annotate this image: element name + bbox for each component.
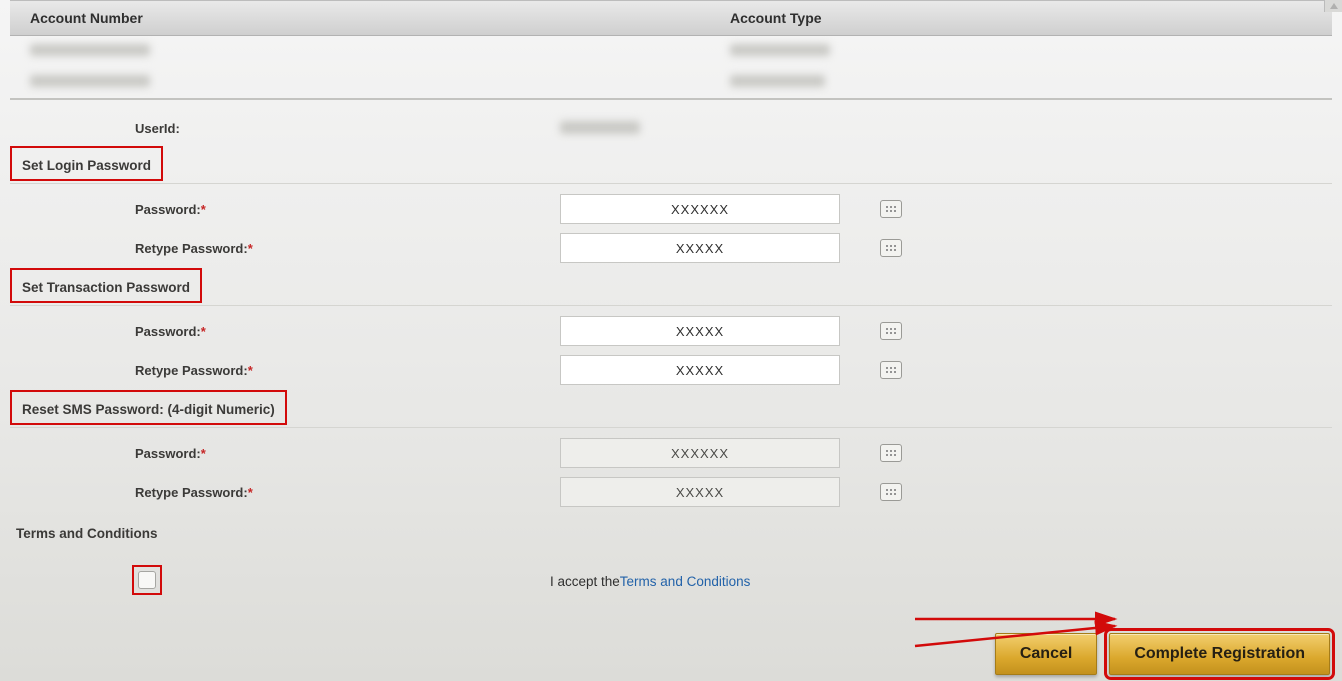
accept-terms-text: I accept theTerms and Conditions — [550, 574, 750, 589]
terms-heading: Terms and Conditions — [10, 518, 164, 545]
virtual-keyboard-icon[interactable] — [880, 200, 902, 218]
section-login-password: Set Login Password — [10, 146, 163, 181]
virtual-keyboard-icon[interactable] — [880, 361, 902, 379]
login-retype-input[interactable] — [560, 233, 840, 263]
col-header-account-type: Account Type — [730, 10, 1332, 26]
login-retype-label: Retype Password:* — [10, 241, 560, 256]
login-password-label: Password:* — [10, 202, 560, 217]
sms-password-input[interactable] — [560, 438, 840, 468]
virtual-keyboard-icon[interactable] — [880, 239, 902, 257]
action-button-bar: Cancel Complete Registration — [995, 633, 1330, 675]
table-header-row: Account Number Account Type — [10, 0, 1332, 36]
registration-form: Account Number Account Type UserId: Set … — [0, 0, 1342, 634]
col-header-account-number: Account Number — [10, 10, 730, 26]
scroll-up-icon[interactable] — [1324, 0, 1342, 12]
userid-value — [560, 121, 640, 134]
section-sms-password: Reset SMS Password: (4-digit Numeric) — [10, 390, 287, 425]
virtual-keyboard-icon[interactable] — [880, 322, 902, 340]
table-row — [10, 67, 1332, 98]
accept-checkbox-highlight — [132, 565, 162, 595]
sms-retype-input[interactable] — [560, 477, 840, 507]
cancel-button[interactable]: Cancel — [995, 633, 1097, 675]
sms-password-label: Password:* — [10, 446, 560, 461]
section-transaction-password: Set Transaction Password — [10, 268, 202, 303]
login-password-input[interactable] — [560, 194, 840, 224]
virtual-keyboard-icon[interactable] — [880, 483, 902, 501]
terms-link[interactable]: Terms and Conditions — [620, 574, 751, 589]
txn-password-input[interactable] — [560, 316, 840, 346]
sms-retype-label: Retype Password:* — [10, 485, 560, 500]
txn-password-label: Password:* — [10, 324, 560, 339]
txn-retype-label: Retype Password:* — [10, 363, 560, 378]
virtual-keyboard-icon[interactable] — [880, 444, 902, 462]
accounts-table: Account Number Account Type — [10, 0, 1332, 100]
accept-terms-checkbox[interactable] — [138, 571, 156, 589]
txn-retype-input[interactable] — [560, 355, 840, 385]
complete-registration-button[interactable]: Complete Registration — [1109, 633, 1330, 675]
table-row — [10, 36, 1332, 67]
userid-label: UserId: — [10, 121, 560, 136]
